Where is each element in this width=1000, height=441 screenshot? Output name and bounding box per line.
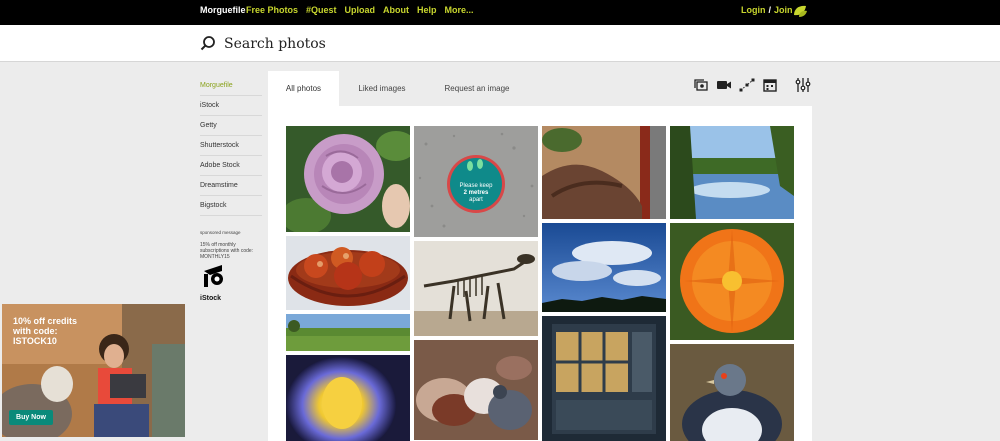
sidebar-item-adobe-stock[interactable]: Adobe Stock bbox=[200, 156, 262, 176]
photo-keep-2-metres-sign[interactable]: Please keep 2 metres apart bbox=[414, 126, 538, 237]
istock-logo-icon[interactable] bbox=[200, 263, 228, 289]
istock-label[interactable]: iStock bbox=[200, 295, 262, 302]
photo-cloudy-sky[interactable] bbox=[542, 223, 666, 312]
vector-icon[interactable] bbox=[739, 77, 755, 93]
tab-request-image[interactable]: Request an image bbox=[434, 71, 520, 106]
sidebar-item-istock[interactable]: iStock bbox=[200, 96, 262, 116]
sidebar-item-bigstock[interactable]: Bigstock bbox=[200, 196, 262, 216]
tab-all-photos[interactable]: All photos bbox=[268, 71, 339, 106]
promo-text: 15% off monthly subscriptions with code:… bbox=[200, 242, 254, 260]
istock-ad-banner[interactable]: 10% off credits with code: ISTOCK10 Buy … bbox=[2, 304, 185, 437]
tabs-bar: All photos Liked images Request an image bbox=[268, 71, 812, 106]
top-nav: Morguefile Free Photos #Quest Upload Abo… bbox=[0, 0, 1000, 25]
sign-line-1: Please keep bbox=[459, 183, 493, 189]
photo-building-window[interactable] bbox=[542, 316, 666, 441]
calendar-icon[interactable] bbox=[762, 77, 778, 93]
search-icon[interactable] bbox=[200, 35, 216, 51]
sidebar-item-morguefile[interactable]: Morguefile bbox=[200, 76, 262, 96]
nav-link-about[interactable]: About bbox=[383, 5, 409, 15]
search-input[interactable] bbox=[224, 33, 624, 55]
video-camera-icon[interactable] bbox=[716, 77, 732, 93]
nav-link-quest[interactable]: #Quest bbox=[306, 5, 337, 15]
filter-sliders-icon[interactable] bbox=[795, 77, 811, 93]
nav-link-free-photos[interactable]: Free Photos bbox=[246, 5, 298, 15]
source-sidebar: Morguefile iStock Getty Shutterstock Ado… bbox=[200, 76, 262, 302]
photo-apples-basket[interactable] bbox=[286, 236, 410, 310]
photo-glowing-orb[interactable] bbox=[286, 355, 410, 441]
photo-lake-reflection[interactable] bbox=[670, 126, 794, 219]
main-panel: All photos Liked images Request an image bbox=[268, 71, 812, 441]
photo-pink-rose[interactable] bbox=[286, 126, 410, 232]
sidebar-item-shutterstock[interactable]: Shutterstock bbox=[200, 136, 262, 156]
tab-liked-images[interactable]: Liked images bbox=[350, 71, 414, 106]
photo-green-field[interactable] bbox=[286, 314, 410, 351]
photo-dinosaur-skeleton[interactable] bbox=[414, 241, 538, 336]
auth-separator: / bbox=[768, 5, 772, 15]
leaf-logo-icon[interactable] bbox=[792, 3, 808, 19]
auth-links: Login / Join bbox=[741, 5, 793, 15]
search-bar bbox=[0, 25, 1000, 62]
photo-gallery: Please keep 2 metres apart bbox=[268, 106, 812, 441]
nav-link-help[interactable]: Help bbox=[417, 5, 437, 15]
nav-link-upload[interactable]: Upload bbox=[345, 5, 376, 15]
sign-line-2: 2 metres bbox=[463, 190, 489, 196]
sponsored-label: sponsored message bbox=[200, 230, 241, 235]
buy-now-button[interactable]: Buy Now bbox=[9, 410, 53, 425]
photo-stack-icon[interactable] bbox=[693, 77, 709, 93]
photo-pigeons[interactable] bbox=[414, 340, 538, 440]
login-link[interactable]: Login bbox=[741, 5, 766, 15]
brand-link[interactable]: Morguefile bbox=[200, 5, 246, 15]
ad-headline: 10% off credits with code: ISTOCK10 bbox=[13, 316, 78, 346]
join-link[interactable]: Join bbox=[774, 5, 793, 15]
media-type-icons bbox=[693, 77, 778, 93]
sidebar-item-getty[interactable]: Getty bbox=[200, 116, 262, 136]
nav-link-more[interactable]: More... bbox=[445, 5, 474, 15]
photo-orange-poppy[interactable] bbox=[670, 223, 794, 340]
sign-line-3: apart bbox=[469, 197, 483, 203]
sidebar-item-dreamstime[interactable]: Dreamstime bbox=[200, 176, 262, 196]
photo-carved-driftwood[interactable] bbox=[542, 126, 666, 219]
nav-links: Free Photos #Quest Upload About Help Mor… bbox=[246, 5, 474, 15]
photo-pigeon-portrait[interactable] bbox=[670, 344, 794, 441]
